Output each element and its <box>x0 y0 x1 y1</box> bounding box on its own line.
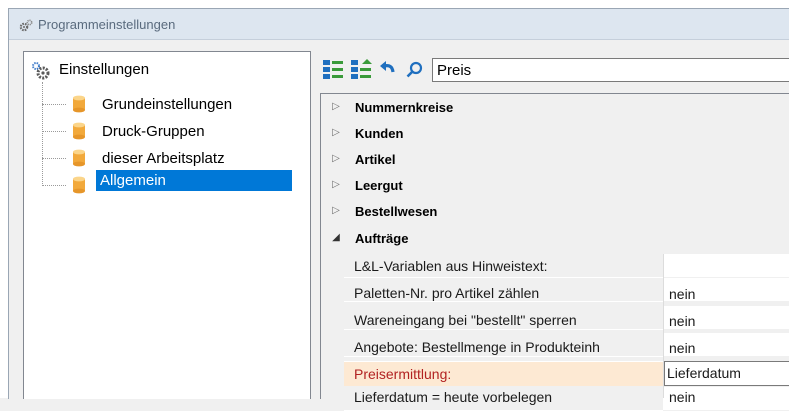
database-icon <box>73 149 85 167</box>
tree-item-dieser-arbeitsplatz[interactable]: dieser Arbeitsplatz <box>102 148 225 169</box>
category-label: Nummernkreise <box>355 100 454 115</box>
tree-item-druck-gruppen[interactable]: Druck-Gruppen <box>102 121 205 142</box>
property-value[interactable]: nein <box>669 313 695 329</box>
property-value[interactable]: Lieferdatum <box>667 365 741 381</box>
expand-arrow-icon[interactable]: ▷ <box>330 153 342 164</box>
category-row-leergut[interactable] <box>344 173 789 199</box>
search-input[interactable] <box>432 58 789 82</box>
property-name: Wareneingang bei "bestellt" sperren <box>354 312 577 328</box>
database-icon <box>73 176 85 194</box>
tree-connector-line <box>42 82 43 186</box>
undo-icon[interactable] <box>378 60 398 80</box>
property-name: L&L-Variablen aus Hinweistext: <box>354 258 548 274</box>
property-grid-gutter <box>321 94 344 398</box>
category-label: Aufträge <box>355 231 409 246</box>
tree-connector <box>42 131 66 132</box>
category-label: Leergut <box>355 178 403 193</box>
expand-arrow-icon[interactable]: ▷ <box>330 127 342 138</box>
window-frame-top <box>0 0 789 8</box>
gears-icon <box>19 19 33 32</box>
search-icon[interactable] <box>405 60 425 80</box>
tree-root-label[interactable]: Einstellungen <box>59 61 149 78</box>
window-frame-left <box>0 0 8 398</box>
property-value[interactable]: nein <box>669 340 695 356</box>
category-row-kunden[interactable] <box>344 121 789 147</box>
category-label: Bestellwesen <box>355 204 438 219</box>
window-title: Programmeinstellungen <box>38 17 176 32</box>
tree-connector <box>42 158 66 159</box>
expand-arrow-icon[interactable]: ▷ <box>330 205 342 216</box>
property-name-selected: Preisermittlung: <box>354 366 452 382</box>
alphabetical-view-icon[interactable] <box>350 58 372 82</box>
category-label: Artikel <box>355 152 396 167</box>
expand-arrow-icon[interactable]: ▷ <box>330 101 342 112</box>
category-label: Kunden <box>355 126 404 141</box>
property-name: Paletten-Nr. pro Artikel zählen <box>354 285 540 301</box>
property-name: Angebote: Bestellmenge in Produkteinh <box>354 339 600 355</box>
category-row-auftraege[interactable] <box>344 226 789 252</box>
property-value[interactable]: nein <box>669 389 695 405</box>
tree-connector <box>42 185 66 186</box>
property-value[interactable]: nein <box>669 286 695 302</box>
expand-arrow-icon[interactable]: ▷ <box>330 179 342 190</box>
tree-connector <box>42 104 66 105</box>
property-name: Lieferdatum = heute vorbelegen <box>354 389 553 405</box>
gears-icon <box>32 62 50 80</box>
tree-item-grundeinstellungen[interactable]: Grundeinstellungen <box>102 94 232 115</box>
tree-item-allgemein[interactable]: Allgemein <box>96 170 292 191</box>
column-divider[interactable] <box>663 254 664 398</box>
category-row-artikel[interactable] <box>344 147 789 173</box>
database-icon <box>73 95 85 113</box>
categorized-view-icon[interactable] <box>322 58 344 82</box>
database-icon <box>73 122 85 140</box>
collapse-arrow-icon[interactable]: ◢ <box>330 232 342 243</box>
